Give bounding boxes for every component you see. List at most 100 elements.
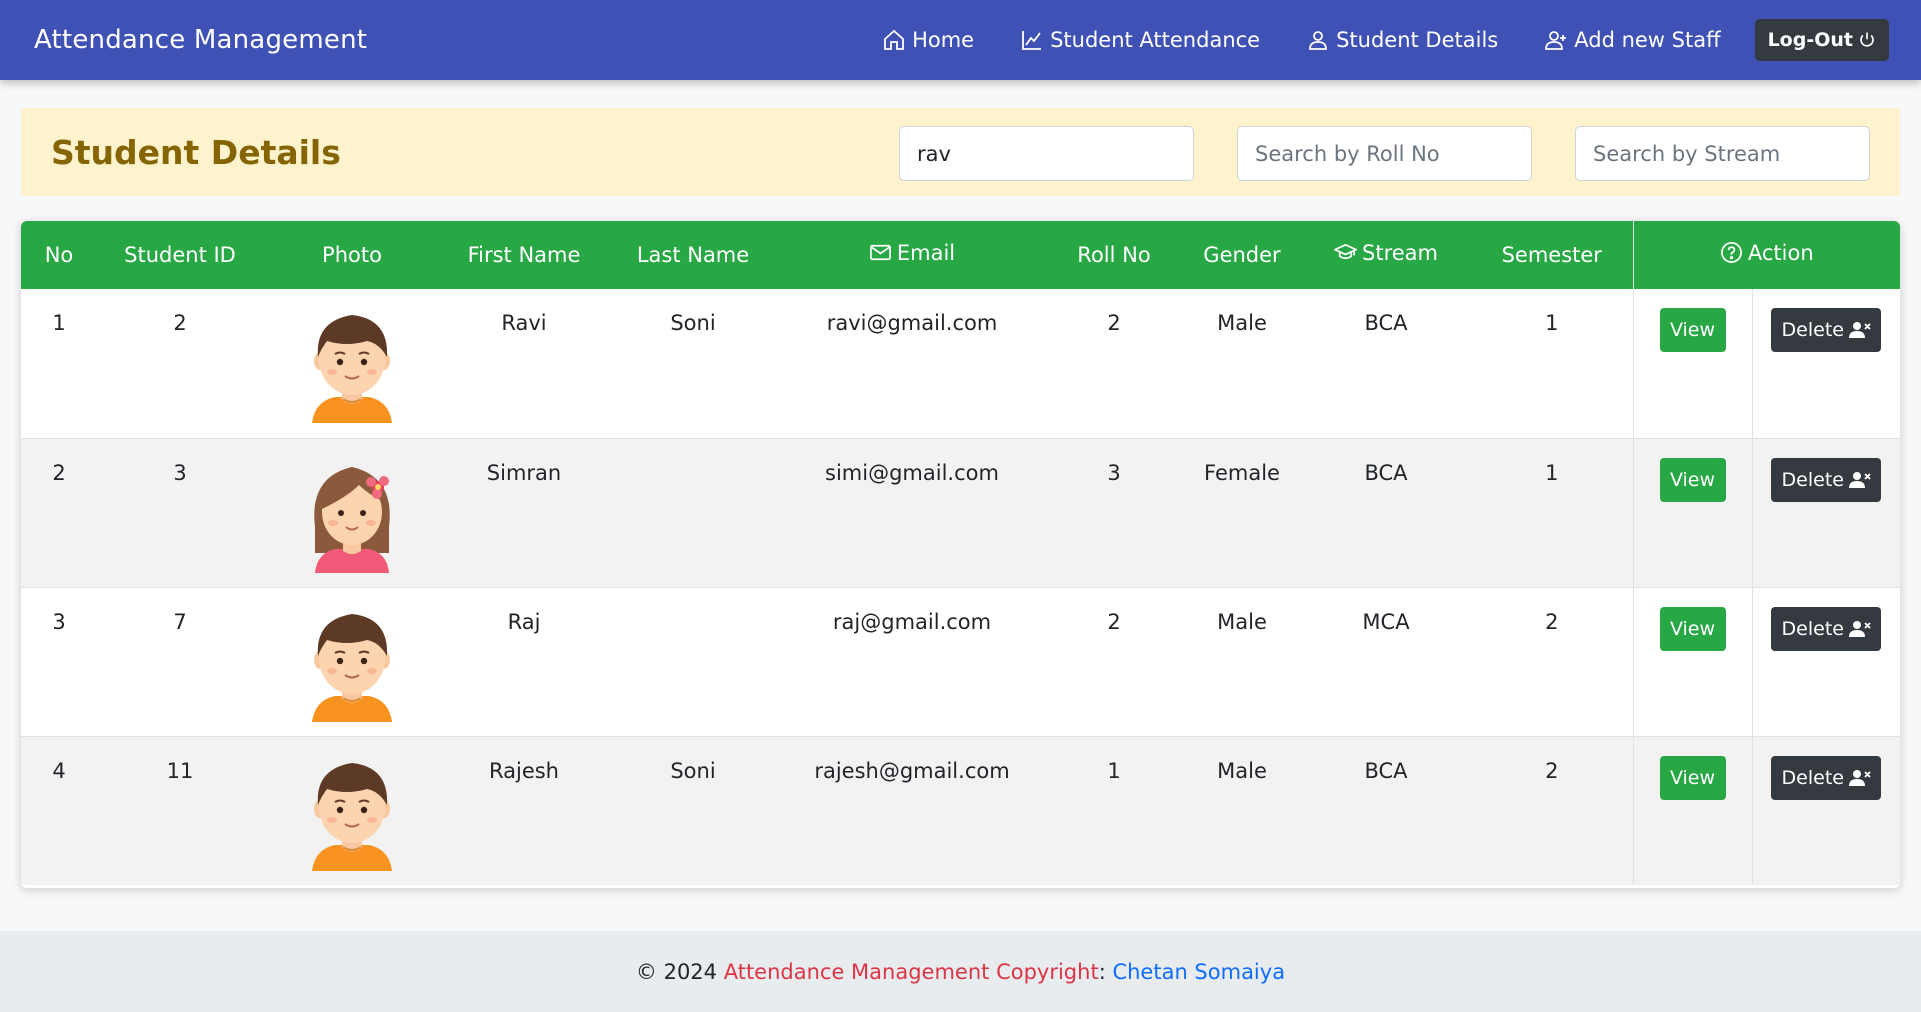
delete-label: Delete	[1781, 468, 1844, 491]
logout-label: Log-Out	[1767, 29, 1853, 51]
col-action-label: Action	[1747, 240, 1814, 265]
col-email-label: Email	[896, 240, 956, 265]
col-last-name: Last Name	[636, 243, 750, 267]
delete-label: Delete	[1781, 766, 1844, 789]
delete-label: Delete	[1781, 319, 1844, 341]
col-email: Email	[779, 221, 1045, 289]
view-button[interactable]: View	[1659, 606, 1726, 651]
logout-button[interactable]: Log-Out	[1754, 19, 1889, 61]
question-circle-icon	[1720, 242, 1742, 264]
cell-no: 1	[52, 311, 66, 335]
cell-email: simi@gmail.com	[779, 437, 1045, 587]
cell-student-id: 7	[97, 586, 263, 736]
cell-roll-no: 2	[1045, 586, 1183, 736]
nav-add-staff-label: Add new Staff	[1574, 28, 1721, 52]
table-row: 4 11 Rajesh Soni rajesh@gmail.com 1 Male…	[21, 735, 1900, 885]
page-title: Student Details	[51, 132, 341, 172]
delete-button[interactable]: Delete	[1771, 606, 1882, 651]
envelope-icon	[869, 245, 891, 261]
nav-add-staff-link[interactable]: Add new Staff	[1544, 28, 1721, 52]
app-brand[interactable]: Attendance Management	[34, 25, 367, 55]
col-gender: Gender	[1203, 243, 1281, 267]
delete-button[interactable]: Delete	[1771, 308, 1882, 352]
cell-student-id: 11	[97, 735, 263, 885]
table-row: 2 3 Simran simi@gmail.com 3 Female BCA 1…	[21, 437, 1900, 587]
nav-home-link[interactable]: Home	[882, 28, 974, 52]
boy-avatar	[307, 606, 397, 722]
cell-last-name: Soni	[670, 311, 716, 335]
cell-semester: 2	[1471, 735, 1633, 885]
cell-student-id: 2	[173, 311, 187, 335]
person-x-icon	[1848, 471, 1871, 488]
table-row: 1 2 Ravi Soni ravi@gmail.com 2 Male BCA …	[21, 289, 1900, 438]
nav-student-details-label: Student Details	[1336, 28, 1499, 52]
search-name-input[interactable]	[899, 126, 1194, 181]
page-footer: © 2024 Attendance Management Copyright: …	[0, 931, 1921, 1012]
nav-student-details-link[interactable]: Student Details	[1306, 28, 1498, 52]
cell-photo	[263, 437, 441, 587]
cell-email: rajesh@gmail.com	[779, 735, 1045, 885]
delete-label: Delete	[1781, 617, 1844, 640]
cell-email: ravi@gmail.com	[826, 311, 998, 335]
mortarboard-icon	[1334, 244, 1357, 260]
view-button[interactable]: View	[1659, 755, 1726, 800]
cell-roll-no: 1	[1045, 735, 1183, 885]
cell-gender: Female	[1183, 437, 1301, 587]
col-semester: Semester	[1501, 243, 1602, 267]
search-roll-input[interactable]	[1237, 126, 1532, 181]
cell-first-name: Raj	[441, 586, 607, 736]
cell-semester: 2	[1471, 586, 1633, 736]
cell-student-id: 3	[97, 437, 263, 587]
search-stream-input[interactable]	[1575, 126, 1870, 181]
cell-delete: Delete	[1751, 437, 1900, 587]
cell-last-name	[607, 437, 779, 587]
cell-delete: Delete	[1751, 586, 1900, 736]
delete-button[interactable]: Delete	[1771, 755, 1882, 800]
cell-photo	[263, 586, 441, 736]
power-icon	[1860, 32, 1874, 47]
person-plus-icon	[1545, 31, 1567, 50]
cell-stream: BCA	[1301, 437, 1471, 587]
col-roll-no: Roll No	[1077, 243, 1151, 267]
cell-view: View	[1632, 289, 1752, 438]
student-table: No Student ID Photo First Name Last Name…	[21, 221, 1900, 885]
cell-gender: Male	[1183, 735, 1301, 885]
student-table-container: No Student ID Photo First Name Last Name…	[21, 221, 1900, 888]
cell-photo	[263, 735, 441, 885]
nav-links: Home Student Attendance Student Details …	[836, 19, 1889, 61]
cell-view: View	[1632, 735, 1752, 885]
cell-semester: 1	[1471, 437, 1633, 587]
cell-email: raj@gmail.com	[779, 586, 1045, 736]
chart-line-icon	[1022, 31, 1042, 50]
cell-last-name	[607, 586, 779, 736]
col-first-name: First Name	[467, 243, 581, 267]
col-action: Action	[1632, 221, 1900, 289]
cell-photo	[263, 289, 441, 438]
delete-button[interactable]: Delete	[1771, 457, 1882, 502]
person-x-icon	[1848, 322, 1871, 338]
view-button[interactable]: View	[1659, 457, 1726, 502]
view-button[interactable]: View	[1659, 308, 1726, 352]
col-stream-label: Stream	[1362, 240, 1438, 265]
cell-first-name: Simran	[441, 437, 607, 587]
footer-author-link[interactable]: Chetan Somaiya	[1112, 960, 1285, 984]
student-details-header: Student Details	[21, 108, 1900, 196]
cell-delete: Delete	[1751, 289, 1900, 438]
cell-stream: BCA	[1301, 735, 1471, 885]
girl-avatar	[307, 457, 397, 573]
cell-roll-no: 2	[1107, 311, 1121, 335]
col-stream: Stream	[1301, 221, 1471, 289]
person-x-icon	[1848, 769, 1871, 786]
cell-no: 4	[21, 735, 97, 885]
nav-student-attendance-link[interactable]: Student Attendance	[1020, 28, 1260, 52]
nav-student-attendance-label: Student Attendance	[1050, 28, 1261, 52]
person-x-icon	[1848, 620, 1871, 637]
col-student-id: Student ID	[124, 243, 236, 267]
footer-app-name: Attendance Management Copyright	[723, 959, 1099, 984]
boy-avatar	[307, 755, 397, 871]
col-no: No	[44, 243, 74, 267]
table-row: 3 7 Raj raj@gmail.com 2 Male MCA 2 View …	[21, 586, 1900, 736]
cell-no: 2	[21, 437, 97, 587]
top-navbar: Attendance Management Home Student Atten…	[0, 0, 1921, 80]
footer-year: © 2024	[635, 959, 718, 984]
